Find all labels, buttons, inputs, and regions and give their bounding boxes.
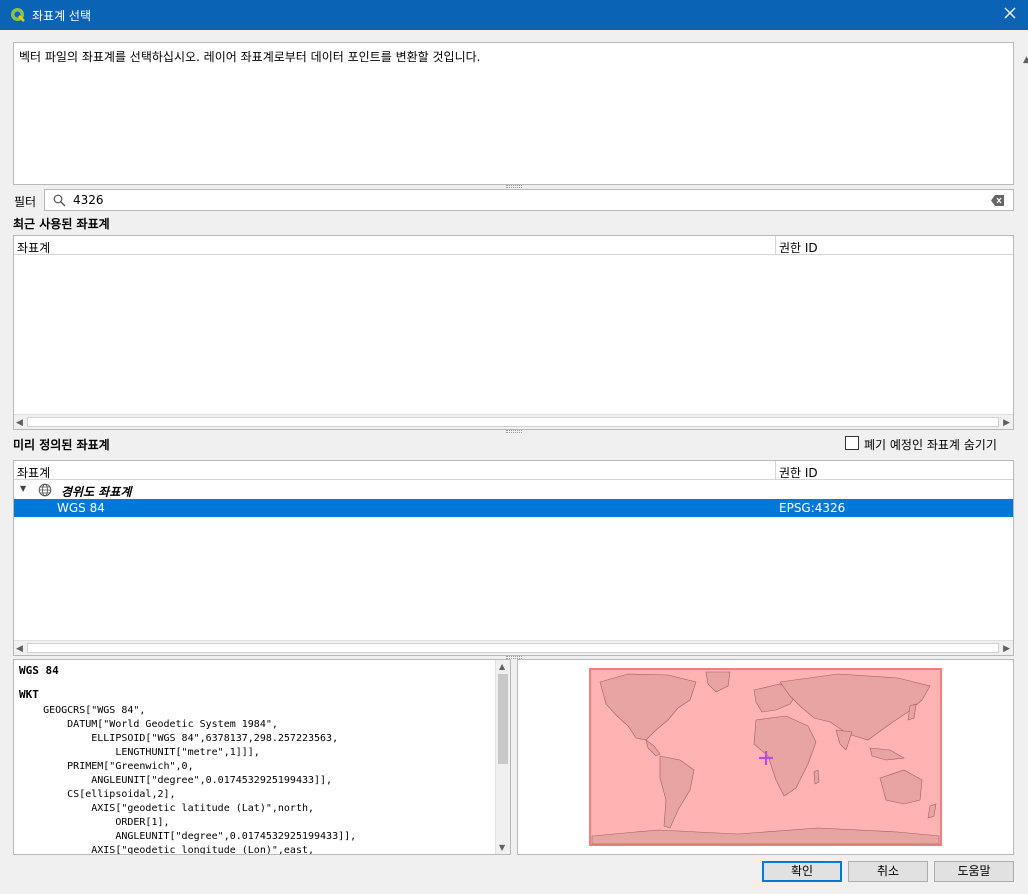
- cancel-button[interactable]: 취소: [848, 861, 928, 882]
- splitter-handle[interactable]: [506, 430, 522, 433]
- checkbox[interactable]: [845, 436, 859, 450]
- filter-field[interactable]: [44, 189, 1014, 211]
- ok-button[interactable]: 확인: [762, 861, 842, 882]
- qgis-logo-icon: [11, 8, 25, 22]
- wkt-text: GEOGCRS["WGS 84", DATUM["World Geodetic …: [43, 705, 357, 855]
- filter-input[interactable]: [73, 192, 973, 208]
- crs-name-cell: WGS 84: [57, 501, 105, 515]
- recent-crs-table[interactable]: 좌표계 권한 ID ◀ ▶: [13, 235, 1014, 430]
- vertical-scrollbar[interactable]: ▲ ▼: [495, 660, 510, 854]
- scroll-up-icon[interactable]: ▲: [1023, 55, 1028, 65]
- recent-crs-title: 최근 사용된 좌표계: [13, 217, 110, 231]
- table-row[interactable]: WGS 84 EPSG:4326: [14, 499, 1013, 517]
- authid-cell: EPSG:4326: [779, 501, 846, 515]
- globe-icon: [38, 483, 52, 497]
- crs-extent-map: [517, 659, 1014, 855]
- table-header: 좌표계 권한 ID: [14, 236, 1013, 255]
- column-header-crs[interactable]: 좌표계: [17, 239, 50, 256]
- scroll-left-icon[interactable]: ◀: [16, 644, 23, 654]
- description-box: 벡터 파일의 좌표계를 선택하십시오. 레이어 좌표계로부터 데이터 포인트를 …: [13, 42, 1014, 185]
- filter-label: 필터: [14, 195, 37, 209]
- horizontal-scrollbar[interactable]: ◀ ▶: [14, 640, 1013, 655]
- scroll-up-icon[interactable]: ▲: [499, 662, 505, 671]
- horizontal-scrollbar[interactable]: ◀ ▶: [14, 414, 1013, 429]
- clear-icon[interactable]: [991, 195, 1005, 206]
- window-title: 좌표계 선택: [32, 9, 92, 23]
- column-header-authid[interactable]: 권한 ID: [779, 239, 818, 256]
- tree-group-row[interactable]: ▼ 경위도 좌표계: [14, 481, 1013, 499]
- world-map: [589, 668, 942, 846]
- wkt-label: WKT: [19, 688, 39, 701]
- crs-name: WGS 84: [19, 664, 59, 677]
- crs-details-panel[interactable]: WGS 84 WKT GEOGCRS["WGS 84", DATUM["Worl…: [13, 659, 511, 855]
- column-header-authid[interactable]: 권한 ID: [779, 464, 818, 481]
- group-label: 경위도 좌표계: [61, 485, 132, 499]
- scroll-down-icon[interactable]: ▼: [499, 843, 505, 852]
- table-header: 좌표계 권한 ID: [14, 461, 1013, 480]
- predefined-crs-title: 미리 정의된 좌표계: [13, 438, 110, 452]
- predefined-crs-table[interactable]: 좌표계 권한 ID ▼ 경위도 좌표계 WGS 84 EPSG:4326 ◀ ▶: [13, 460, 1014, 656]
- scroll-left-icon[interactable]: ◀: [16, 418, 23, 428]
- search-icon: [53, 194, 66, 207]
- scroll-right-icon[interactable]: ▶: [1003, 644, 1010, 654]
- column-header-crs[interactable]: 좌표계: [17, 464, 50, 481]
- help-button[interactable]: 도움말: [934, 861, 1014, 882]
- close-icon[interactable]: [1002, 5, 1018, 21]
- title-bar: 좌표계 선택: [0, 0, 1028, 30]
- scroll-right-icon[interactable]: ▶: [1003, 418, 1010, 428]
- expand-arrow-icon[interactable]: ▼: [20, 484, 26, 493]
- hide-deprecated-label: 폐기 예정인 좌표계 숨기기: [864, 438, 997, 452]
- splitter-handle[interactable]: [506, 185, 522, 188]
